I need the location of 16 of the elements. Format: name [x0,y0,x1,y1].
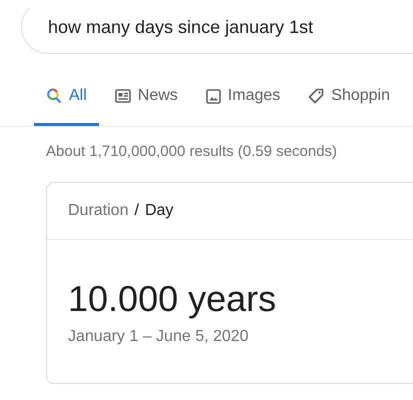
tab[interactable]: Images [194,71,292,126]
breadcrumb-item: Duration [68,202,128,220]
tab[interactable]: All [34,71,99,126]
result-stats: About 1,710,000,000 results (0.59 seconds) [46,143,338,160]
date-range: January 1 – June 5, 2020 [68,328,250,346]
search-icon [46,88,62,104]
search-input[interactable]: how many days since january 1st [48,16,408,38]
search-field[interactable]: how many days since january 1st [21,0,413,54]
tag-icon [308,88,324,104]
breadcrumb-separator: / [134,202,139,220]
breadcrumb-item: Day [144,202,174,220]
answer-value: 10.000 years [68,278,278,320]
newspaper-icon [114,89,131,103]
tab[interactable]: News [102,71,190,126]
tab[interactable]: Shoppin [296,71,402,126]
image-icon [206,88,221,104]
